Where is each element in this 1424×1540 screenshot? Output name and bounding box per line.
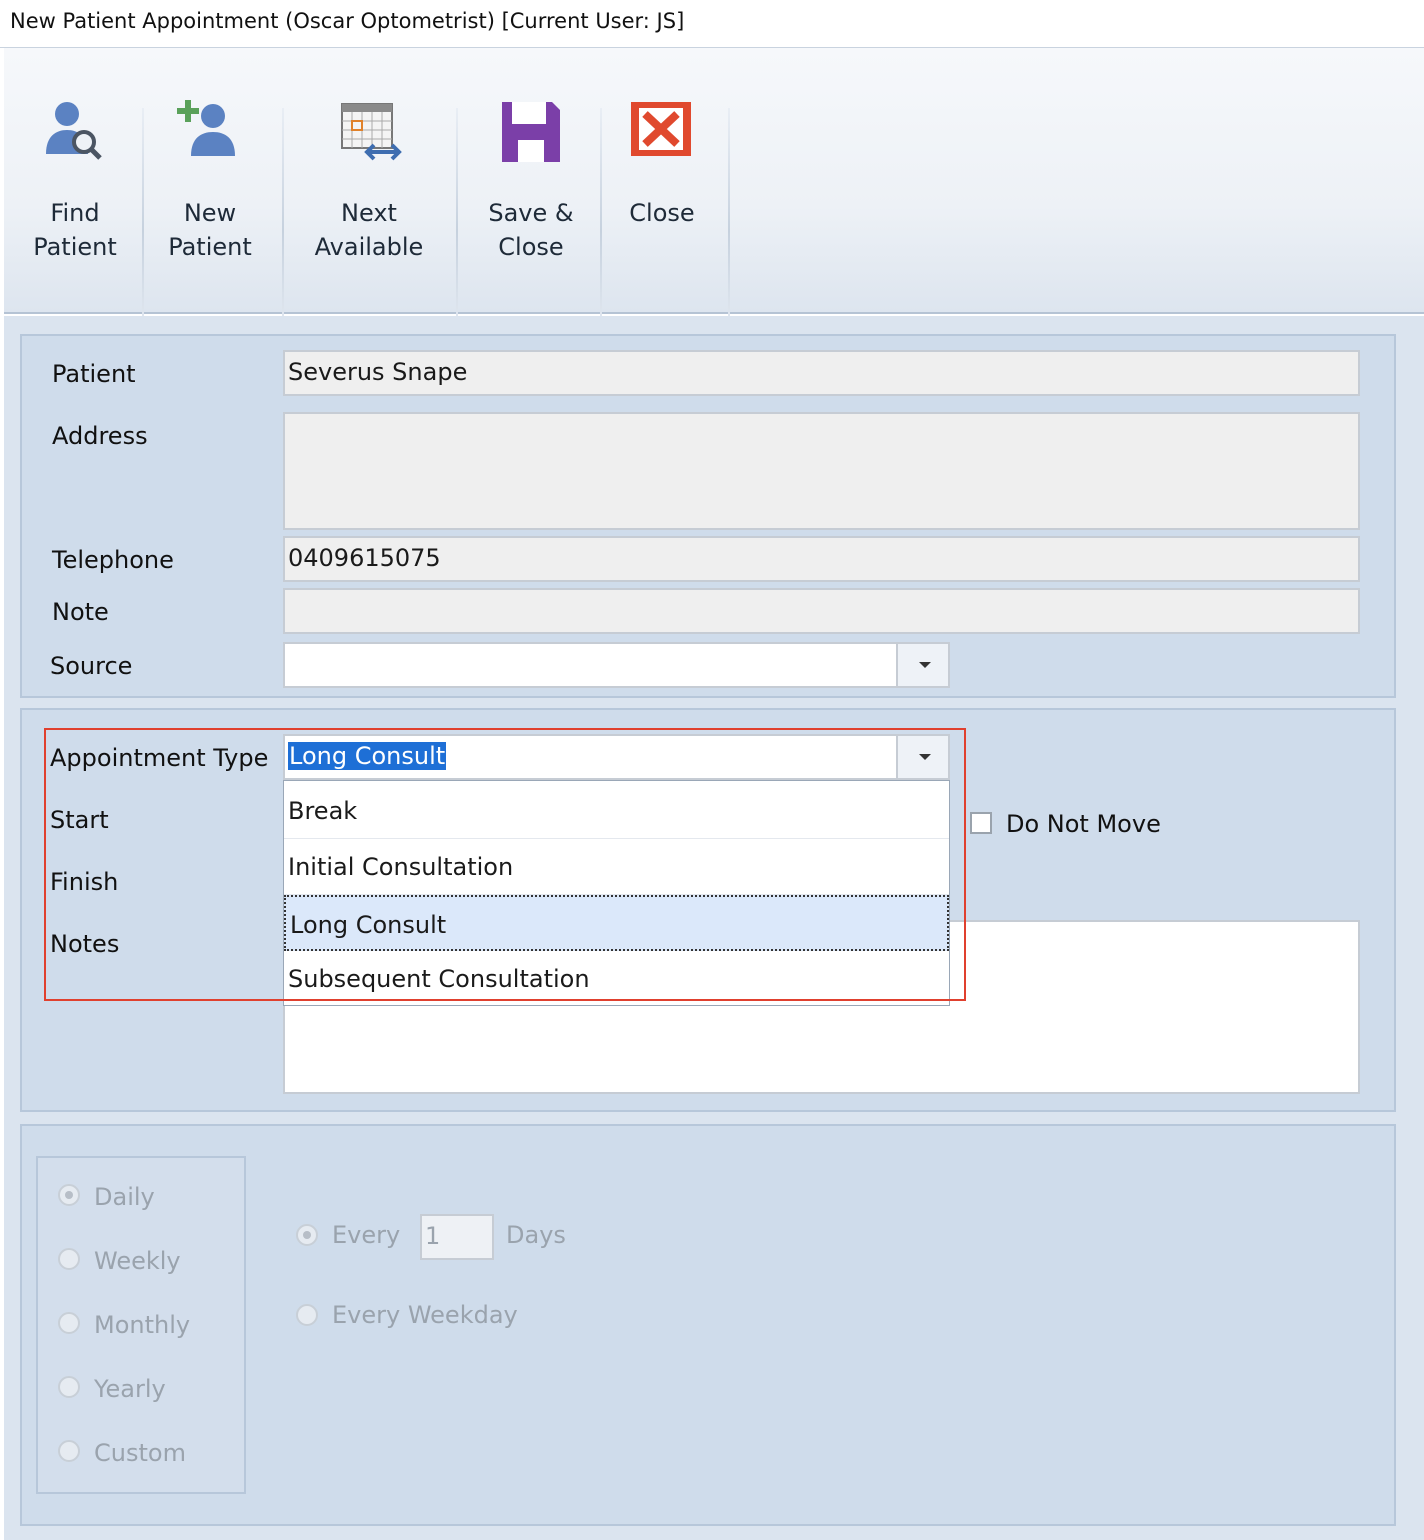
toolbar: Find Patient New Patient Next Available bbox=[4, 48, 1424, 354]
every-weekday-label: Every Weekday bbox=[332, 1301, 518, 1329]
weekly-label: Weekly bbox=[94, 1247, 181, 1275]
custom-radio[interactable] bbox=[58, 1440, 80, 1462]
window-title: New Patient Appointment (Oscar Optometri… bbox=[10, 9, 685, 33]
patient-field[interactable]: Severus Snape bbox=[283, 350, 1360, 396]
appointment-type-combo[interactable]: Long Consult bbox=[283, 734, 898, 780]
daily-label: Daily bbox=[94, 1183, 155, 1211]
address-field[interactable] bbox=[283, 412, 1360, 530]
new-patient-label: New Patient bbox=[168, 199, 252, 261]
notes-label: Notes bbox=[50, 930, 120, 958]
source-select[interactable] bbox=[283, 642, 898, 688]
option-long-consult[interactable]: Long Consult bbox=[284, 895, 949, 951]
close-button[interactable]: Close bbox=[602, 48, 722, 303]
daily-radio[interactable] bbox=[58, 1184, 80, 1206]
monthly-radio[interactable] bbox=[58, 1312, 80, 1334]
save-close-label: Save & Close bbox=[488, 199, 574, 261]
option-break[interactable]: Break bbox=[284, 783, 949, 839]
custom-label: Custom bbox=[94, 1439, 186, 1467]
days-label: Days bbox=[506, 1221, 566, 1249]
close-icon bbox=[631, 102, 691, 156]
every-days-input[interactable]: 1 bbox=[420, 1214, 494, 1260]
finish-label: Finish bbox=[50, 868, 119, 896]
close-label: Close bbox=[629, 199, 695, 227]
new-patient-button[interactable]: New Patient bbox=[144, 48, 276, 303]
every-weekday-radio[interactable] bbox=[296, 1304, 318, 1326]
new-patient-icon bbox=[177, 100, 235, 156]
yearly-radio[interactable] bbox=[58, 1376, 80, 1398]
do-not-move-checkbox[interactable] bbox=[970, 812, 992, 834]
appointment-type-selected-text: Long Consult bbox=[288, 742, 447, 770]
appointment-type-dropdown-list: Break Initial Consultation Long Consult … bbox=[283, 780, 950, 1006]
telephone-label: Telephone bbox=[52, 546, 174, 574]
title-bar: New Patient Appointment (Oscar Optometri… bbox=[0, 0, 1424, 48]
option-initial-consultation[interactable]: Initial Consultation bbox=[284, 839, 949, 895]
option-subsequent-consultation[interactable]: Subsequent Consultation bbox=[284, 951, 949, 1007]
note-field[interactable] bbox=[283, 588, 1360, 634]
appointment-type-label: Appointment Type bbox=[50, 744, 269, 772]
calendar-next-icon bbox=[341, 103, 402, 161]
monthly-label: Monthly bbox=[94, 1311, 191, 1339]
save-icon bbox=[502, 102, 560, 162]
save-close-button[interactable]: Save & Close bbox=[466, 48, 596, 303]
find-patient-button[interactable]: Find Patient bbox=[8, 48, 142, 303]
telephone-field[interactable]: 0409615075 bbox=[283, 536, 1360, 582]
patient-label: Patient bbox=[52, 360, 136, 388]
address-label: Address bbox=[52, 422, 148, 450]
weekly-radio[interactable] bbox=[58, 1248, 80, 1270]
next-available-label: Next Available bbox=[314, 199, 424, 261]
do-not-move-label: Do Not Move bbox=[1006, 810, 1161, 838]
find-patient-label: Find Patient bbox=[33, 199, 117, 261]
every-radio[interactable] bbox=[296, 1224, 318, 1246]
note-label: Note bbox=[52, 598, 109, 626]
every-label: Every bbox=[332, 1221, 401, 1249]
start-label: Start bbox=[50, 806, 109, 834]
yearly-label: Yearly bbox=[94, 1375, 166, 1403]
appointment-type-dropdown-button[interactable] bbox=[896, 734, 950, 780]
source-dropdown-button[interactable] bbox=[896, 642, 950, 688]
source-label: Source bbox=[50, 652, 133, 680]
find-patient-icon bbox=[46, 102, 102, 160]
next-available-button[interactable]: Next Available bbox=[304, 48, 434, 303]
